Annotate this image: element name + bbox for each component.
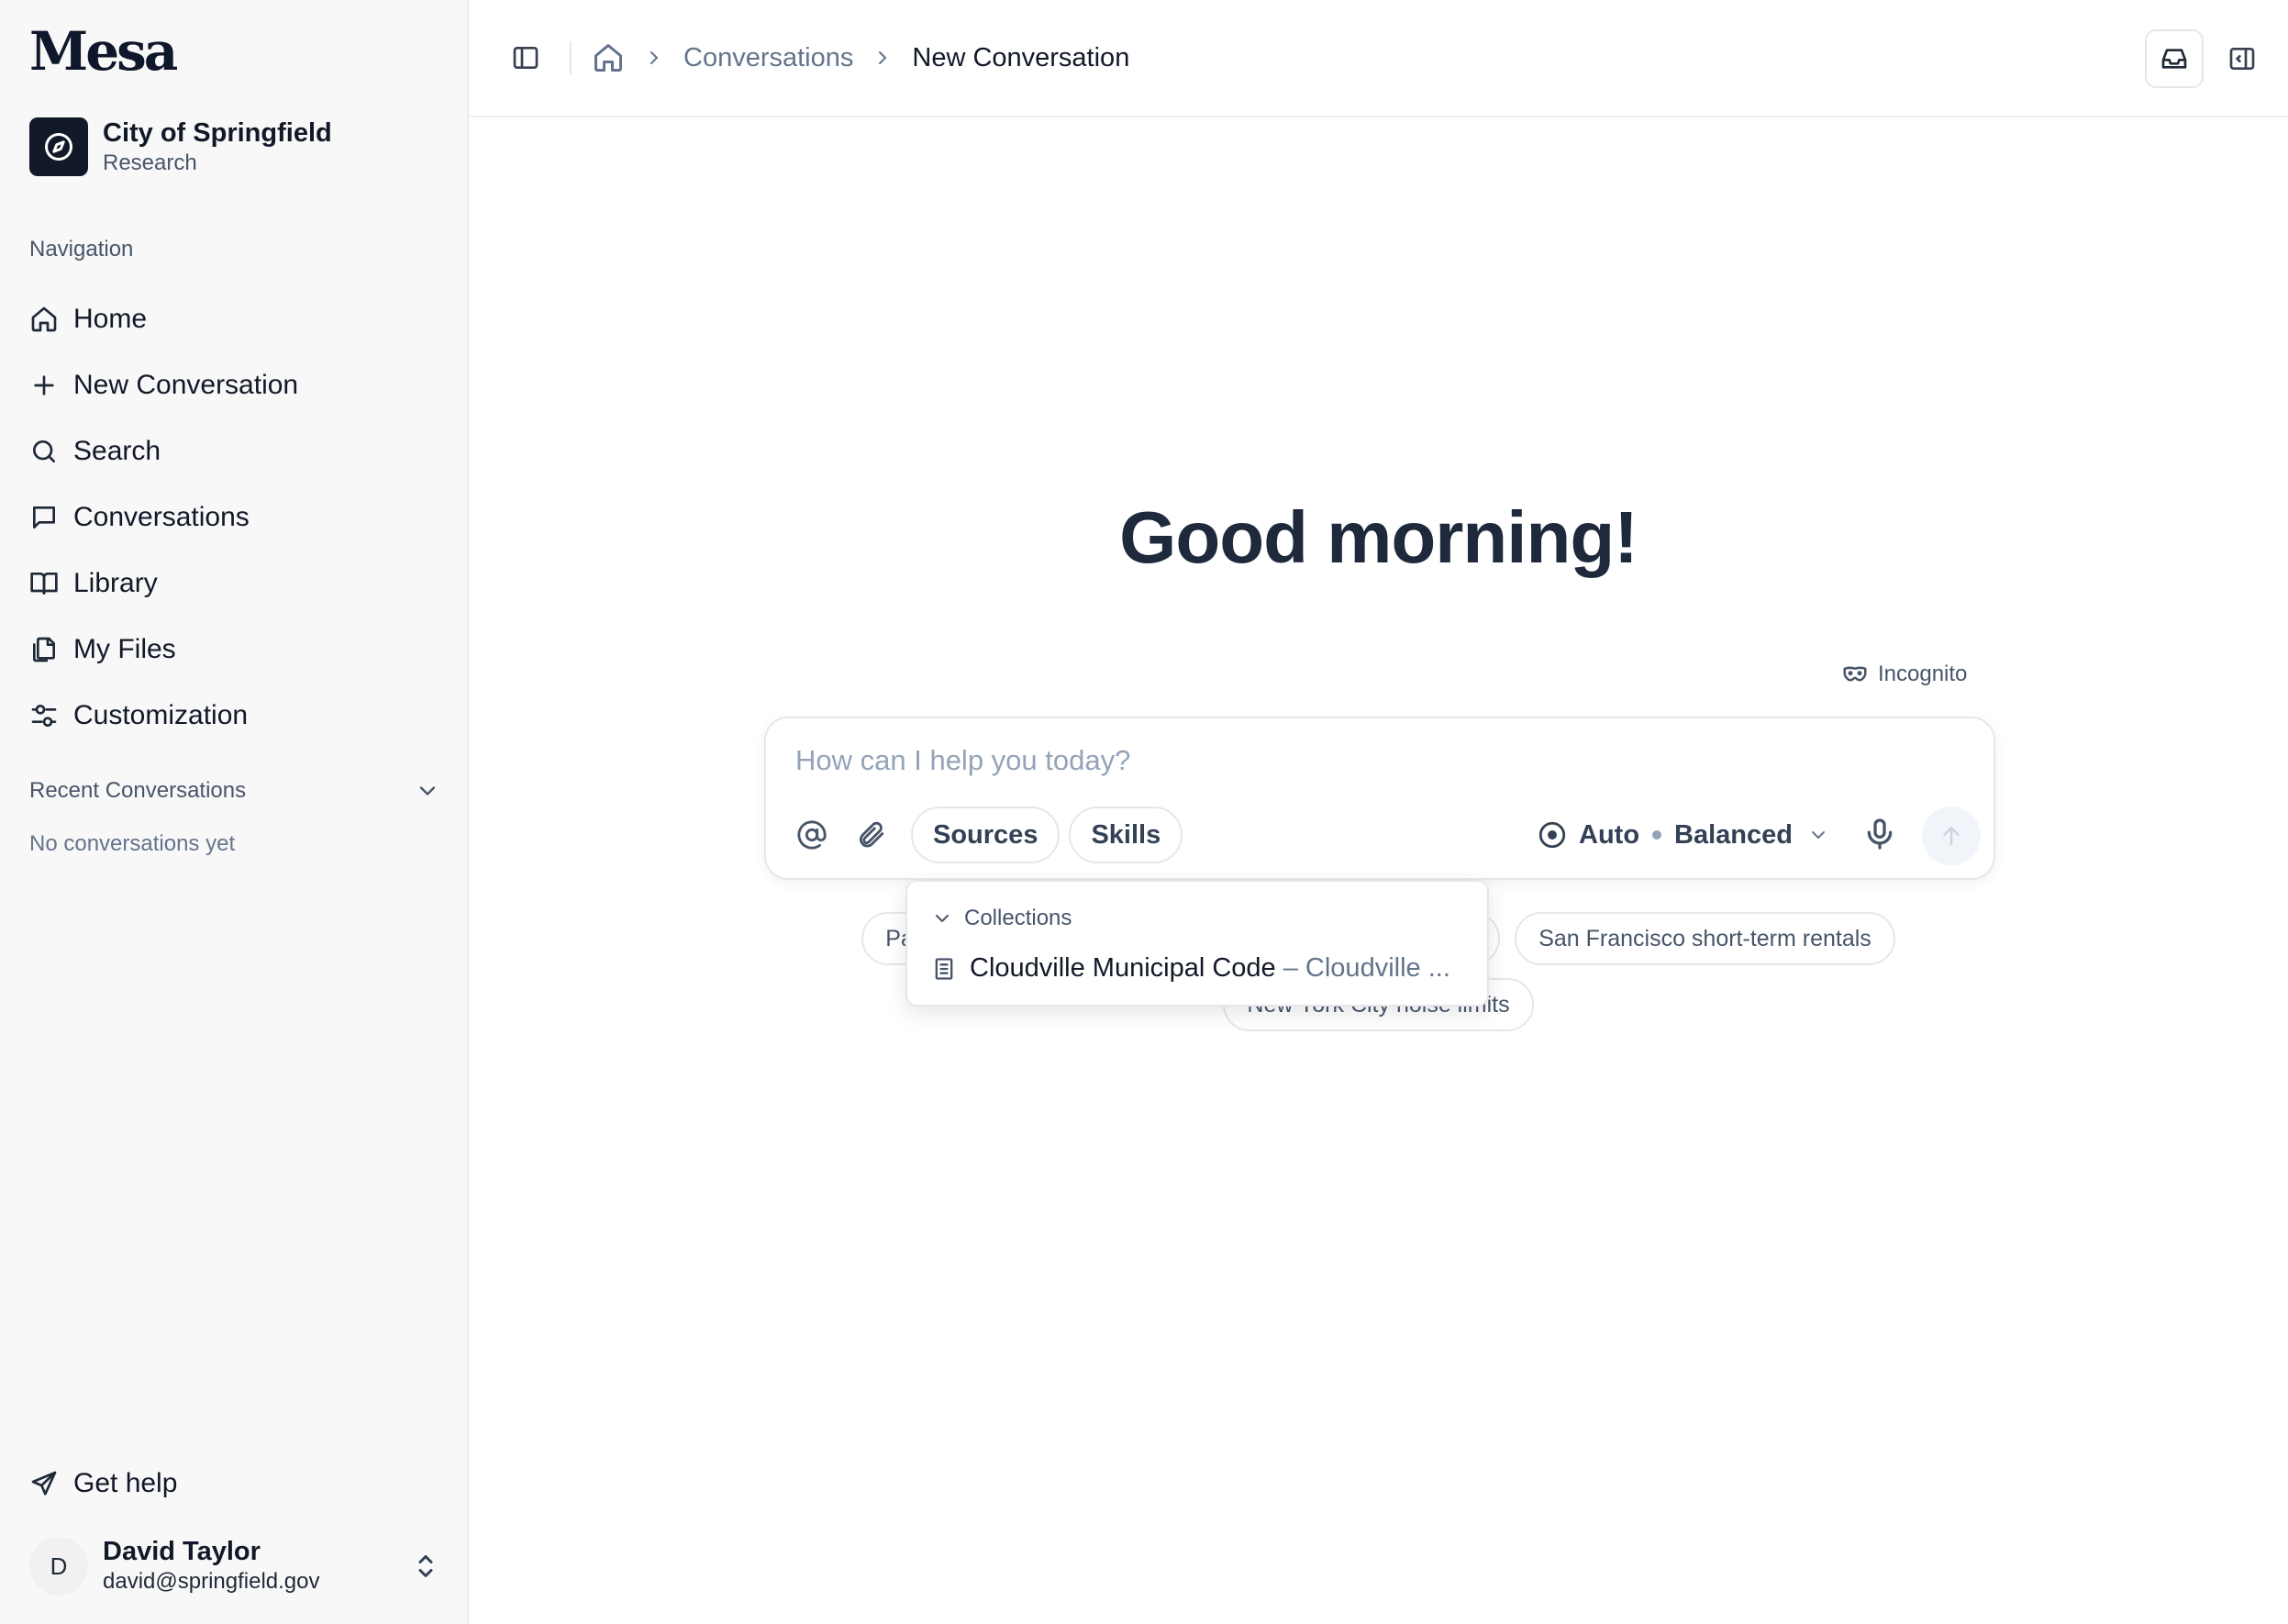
sidebar-item-my-files[interactable]: My Files <box>29 617 442 683</box>
sidebar-toggle-icon <box>511 43 540 72</box>
send-icon <box>29 1469 59 1498</box>
toggle-right-panel-button[interactable] <box>2218 35 2266 83</box>
paperclip-icon[interactable] <box>852 817 889 853</box>
collection-title: Cloudville Municipal Code <box>970 953 1276 983</box>
collections-label: Collections <box>964 906 1072 930</box>
target-icon <box>1537 819 1568 851</box>
sliders-icon <box>29 701 59 730</box>
collection-separator: – <box>1275 953 1305 983</box>
sidebar-item-library[interactable]: Library <box>29 551 442 617</box>
collection-item[interactable]: Cloudville Municipal Code – Cloudville .… <box>931 953 1472 984</box>
sources-dropdown: Collections Cloudville Municipal Code – … <box>905 880 1489 1007</box>
skills-button[interactable]: Skills <box>1069 806 1183 863</box>
sidebar-item-label: Search <box>73 436 161 466</box>
chevrons-up-down-icon[interactable] <box>409 1550 442 1583</box>
inbox-icon <box>2160 44 2189 73</box>
mention-icon[interactable] <box>794 817 830 853</box>
divider <box>570 41 572 74</box>
chevron-down-icon <box>931 907 953 929</box>
document-icon <box>931 956 957 982</box>
toggle-sidebar-button[interactable] <box>502 34 550 82</box>
arrow-up-icon <box>1938 822 1965 850</box>
chevron-right-icon <box>643 47 665 69</box>
mode-auto-label: Auto <box>1579 819 1640 850</box>
breadcrumb-current: New Conversation <box>912 42 1130 72</box>
user-menu[interactable]: D David Taylor david@springfield.gov <box>29 1536 442 1596</box>
sidebar-item-home[interactable]: Home <box>29 286 442 352</box>
sidebar-item-label: Home <box>73 304 148 334</box>
incognito-toggle[interactable]: Incognito <box>1841 661 1967 688</box>
greeting-heading: Good morning! <box>1119 496 1638 578</box>
home-icon <box>29 305 59 334</box>
recent-conversations-toggle[interactable]: Recent Conversations <box>29 778 440 804</box>
sidebar-item-new-conversation[interactable]: New Conversation <box>29 352 442 418</box>
sidebar-item-label: My Files <box>73 634 176 664</box>
chevron-down-icon <box>415 778 440 804</box>
org-switcher[interactable]: City of Springfield Research <box>29 117 332 177</box>
message-composer: How can I help you today? Sources Skills… <box>764 717 1995 880</box>
chevron-right-icon <box>872 47 894 69</box>
get-help-link[interactable]: Get help <box>29 1468 177 1499</box>
microphone-icon[interactable] <box>1861 816 1898 852</box>
org-subtitle: Research <box>103 150 197 175</box>
sidebar: Mesa City of Springfield Research Naviga… <box>0 0 469 1624</box>
sources-button[interactable]: Sources <box>911 806 1061 863</box>
sidebar-item-label: Customization <box>73 700 249 730</box>
panel-right-icon <box>2227 44 2257 73</box>
app-logo[interactable]: Mesa <box>29 20 178 83</box>
book-icon <box>29 569 59 598</box>
inbox-button[interactable] <box>2145 29 2204 88</box>
breadcrumb: Conversations New Conversation <box>592 41 1129 74</box>
plus-icon <box>29 371 59 400</box>
message-input[interactable]: How can I help you today? <box>795 744 1130 777</box>
recent-conversations-label: Recent Conversations <box>29 778 247 803</box>
sidebar-item-conversations[interactable]: Conversations <box>29 484 442 551</box>
suggestion-label: San Francisco short-term rentals <box>1538 925 1871 951</box>
user-email: david@springfield.gov <box>103 1569 320 1594</box>
send-button[interactable] <box>1922 806 1981 865</box>
get-help-label: Get help <box>73 1468 178 1498</box>
breadcrumb-home-icon[interactable] <box>592 41 625 74</box>
mode-balanced-label: Balanced <box>1674 819 1793 850</box>
separator-dot <box>1652 830 1662 840</box>
sidebar-item-label: New Conversation <box>73 370 299 400</box>
sidebar-item-label: Library <box>73 568 158 598</box>
incognito-label: Incognito <box>1878 662 1968 686</box>
breadcrumb-conversations[interactable]: Conversations <box>683 43 853 73</box>
chat-icon <box>29 503 59 532</box>
collections-group-toggle[interactable]: Collections <box>931 906 1072 931</box>
files-icon <box>29 635 59 664</box>
sidebar-item-search[interactable]: Search <box>29 418 442 484</box>
mask-icon <box>1841 661 1869 688</box>
main-content: Conversations New Conversation Good morn… <box>469 0 2288 1624</box>
compass-icon <box>29 117 88 176</box>
suggestion-chip[interactable]: San Francisco short-term rentals <box>1515 912 1895 965</box>
mode-selector[interactable]: Auto Balanced <box>1537 806 1829 863</box>
nav-section-label: Navigation <box>29 237 134 261</box>
user-name: David Taylor <box>103 1537 261 1566</box>
chevron-down-icon <box>1807 824 1829 846</box>
collection-subtitle: Cloudville ... <box>1305 953 1450 983</box>
org-name: City of Springfield <box>103 118 332 148</box>
sidebar-item-customization[interactable]: Customization <box>29 683 442 749</box>
sidebar-item-label: Conversations <box>73 502 250 532</box>
recent-conversations-empty: No conversations yet <box>29 831 236 856</box>
search-icon <box>29 437 59 466</box>
sidebar-nav: Home New Conversation Search Conversatio… <box>29 286 442 749</box>
avatar: D <box>29 1537 88 1596</box>
top-bar: Conversations New Conversation <box>469 0 2288 117</box>
